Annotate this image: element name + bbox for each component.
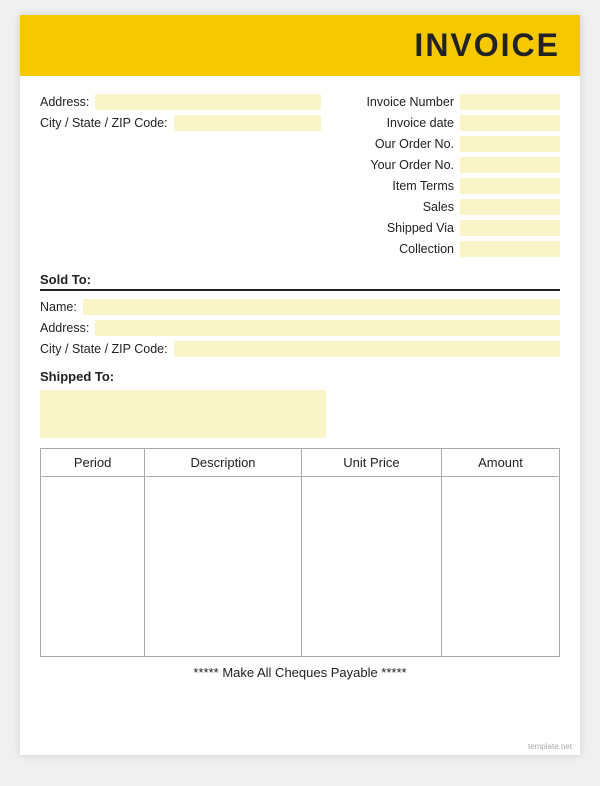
invoice-number-row: Invoice Number: [331, 94, 561, 110]
collection-label: Collection: [399, 242, 454, 256]
city-input[interactable]: [174, 115, 321, 131]
cell-period[interactable]: [41, 477, 145, 657]
sold-address-label: Address:: [40, 321, 89, 335]
your-order-input[interactable]: [460, 157, 560, 173]
cell-description[interactable]: [145, 477, 302, 657]
shipped-via-input[interactable]: [460, 220, 560, 236]
table-row: [41, 477, 560, 657]
shipped-via-label: Shipped Via: [387, 221, 454, 235]
invoice-title: INVOICE: [414, 27, 560, 63]
address-label: Address:: [40, 95, 89, 109]
invoice-header: INVOICE: [20, 15, 580, 76]
footer: ***** Make All Cheques Payable *****: [40, 665, 560, 680]
item-terms-label: Item Terms: [392, 179, 454, 193]
collection-row: Collection: [331, 241, 561, 257]
sold-name-row: Name:: [40, 299, 560, 315]
table-header-row: Period Description Unit Price Amount: [41, 449, 560, 477]
sold-name-input[interactable]: [83, 299, 560, 315]
our-order-row: Our Order No.: [331, 136, 561, 152]
sold-city-input[interactable]: [174, 341, 560, 357]
col-amount: Amount: [441, 449, 559, 477]
invoice-content: Address: City / State / ZIP Code: Invoic…: [20, 76, 580, 696]
sales-row: Sales: [331, 199, 561, 215]
sales-label: Sales: [423, 200, 454, 214]
collection-input[interactable]: [460, 241, 560, 257]
right-column: Invoice Number Invoice date Our Order No…: [331, 94, 561, 262]
shipped-to-section: Shipped To:: [40, 369, 560, 438]
item-terms-row: Item Terms: [331, 178, 561, 194]
footer-text: ***** Make All Cheques Payable *****: [193, 665, 406, 680]
invoice-date-input[interactable]: [460, 115, 560, 131]
invoice-page: INVOICE Address: City / State / ZIP Code…: [20, 15, 580, 755]
sold-city-label: City / State / ZIP Code:: [40, 342, 168, 356]
invoice-number-label: Invoice Number: [366, 95, 454, 109]
sold-to-heading: Sold To:: [40, 272, 560, 291]
sold-address-row: Address:: [40, 320, 560, 336]
shipped-to-heading: Shipped To:: [40, 369, 560, 384]
your-order-label: Your Order No.: [370, 158, 454, 172]
shipped-to-input[interactable]: [40, 390, 326, 438]
address-row: Address:: [40, 94, 321, 110]
item-terms-input[interactable]: [460, 178, 560, 194]
sold-city-row: City / State / ZIP Code:: [40, 341, 560, 357]
watermark: template.net: [528, 742, 572, 751]
city-label: City / State / ZIP Code:: [40, 116, 168, 130]
sales-input[interactable]: [460, 199, 560, 215]
sold-to-section: Sold To: Name: Address: City / State / Z…: [40, 272, 560, 357]
col-unit-price: Unit Price: [301, 449, 441, 477]
left-column: Address: City / State / ZIP Code:: [40, 94, 321, 262]
top-section: Address: City / State / ZIP Code: Invoic…: [40, 94, 560, 262]
address-input[interactable]: [95, 94, 320, 110]
invoice-number-input[interactable]: [460, 94, 560, 110]
sold-name-label: Name:: [40, 300, 77, 314]
invoice-date-label: Invoice date: [387, 116, 454, 130]
our-order-input[interactable]: [460, 136, 560, 152]
col-period: Period: [41, 449, 145, 477]
your-order-row: Your Order No.: [331, 157, 561, 173]
invoice-table: Period Description Unit Price Amount: [40, 448, 560, 657]
city-row: City / State / ZIP Code:: [40, 115, 321, 131]
invoice-date-row: Invoice date: [331, 115, 561, 131]
sold-address-input[interactable]: [95, 320, 560, 336]
our-order-label: Our Order No.: [375, 137, 454, 151]
col-description: Description: [145, 449, 302, 477]
shipped-via-row: Shipped Via: [331, 220, 561, 236]
cell-unit-price[interactable]: [301, 477, 441, 657]
cell-amount[interactable]: [441, 477, 559, 657]
